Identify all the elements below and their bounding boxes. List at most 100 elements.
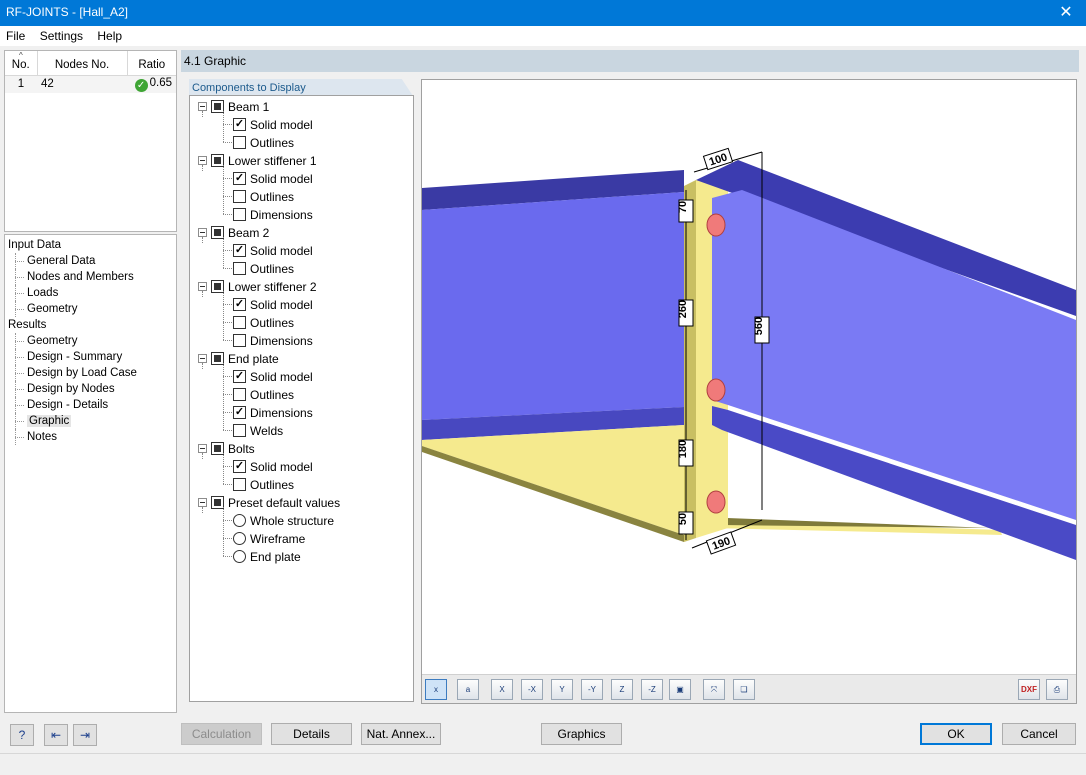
cancel-button[interactable]: Cancel [1002, 723, 1076, 745]
component-option-solid-model[interactable]: ✓ Solid model [233, 295, 313, 313]
radio-button[interactable] [233, 532, 246, 546]
component-option-whole-structure[interactable]: Whole structure [233, 511, 334, 529]
checkbox[interactable] [233, 424, 246, 438]
nav-item-design-details[interactable]: Design - Details [5, 397, 176, 413]
nav-item-loads[interactable]: Loads [5, 285, 176, 301]
previous-icon[interactable]: ⇤ [44, 724, 68, 746]
nav-item-design-summary[interactable]: Design - Summary [5, 349, 176, 365]
checkbox[interactable] [233, 334, 246, 348]
collapse-icon[interactable] [198, 156, 207, 166]
table-row[interactable]: 1 42 ✓ 0.65 [5, 75, 176, 93]
dxf-export-icon[interactable]: DXF [1018, 679, 1040, 700]
dimension-label: 50 [677, 511, 694, 535]
component-option-wireframe[interactable]: Wireframe [233, 529, 305, 547]
collapse-icon[interactable] [198, 228, 207, 238]
graphic-viewport[interactable]: 100 70 260 180 50 560 190 x a X -X Y -Y Z -Z ▣ ⤧ ❏… [421, 79, 1077, 704]
component-group-lower-stiffener-1[interactable]: Lower stiffener 1 [198, 151, 317, 169]
view-minus-x-icon[interactable]: -X [521, 679, 543, 700]
checkbox[interactable] [233, 136, 246, 150]
component-option-welds[interactable]: Welds [233, 421, 283, 439]
radio-button[interactable] [233, 550, 246, 564]
component-option-dimensions[interactable]: Dimensions [233, 331, 313, 349]
collapse-icon[interactable] [198, 282, 207, 292]
ok-button[interactable]: OK [920, 723, 992, 745]
render-options-icon[interactable]: ❏ [733, 679, 755, 700]
component-group-beam-2[interactable]: Beam 2 [198, 223, 269, 241]
view-y-icon[interactable]: Y [551, 679, 573, 700]
view-minus-y-icon[interactable]: -Y [581, 679, 603, 700]
graphics-button[interactable]: Graphics [541, 723, 622, 745]
checkbox-checked[interactable]: ✓ [233, 118, 246, 132]
component-option-outlines[interactable]: Outlines [233, 385, 294, 403]
component-option-solid-model[interactable]: ✓ Solid model [233, 367, 313, 385]
checkbox-checked[interactable]: ✓ [233, 370, 246, 384]
nav-item-geometry[interactable]: Geometry [5, 301, 176, 317]
component-option-end-plate[interactable]: End plate [233, 547, 301, 565]
checkbox[interactable] [233, 478, 246, 492]
column-header-nodes[interactable]: Nodes No. [37, 51, 128, 76]
close-icon[interactable]: ✕ [1046, 0, 1086, 26]
nav-item-design-by-nodes[interactable]: Design by Nodes [5, 381, 176, 397]
checkbox[interactable] [233, 190, 246, 204]
checkbox-checked[interactable]: ✓ [233, 244, 246, 258]
checkbox[interactable] [233, 388, 246, 402]
next-icon[interactable]: ⇥ [73, 724, 97, 746]
isometric-view-icon[interactable]: ▣ [669, 679, 691, 700]
component-group-bolts[interactable]: Bolts [198, 439, 255, 457]
collapse-icon[interactable] [198, 498, 207, 508]
component-option-outlines[interactable]: Outlines [233, 187, 294, 205]
zoom-reset-icon[interactable]: ⤧ [703, 679, 725, 700]
column-header-ratio[interactable]: Ratio [127, 51, 176, 76]
collapse-icon[interactable] [198, 444, 207, 454]
menu-help[interactable]: Help [91, 26, 127, 43]
a-view-icon[interactable]: a [457, 679, 479, 700]
component-option-outlines[interactable]: Outlines [233, 133, 294, 151]
x-view-icon[interactable]: x [425, 679, 447, 700]
nav-item-notes[interactable]: Notes [5, 429, 176, 445]
checkbox[interactable] [233, 208, 246, 222]
component-option-solid-model[interactable]: ✓ Solid model [233, 115, 313, 133]
component-group-end-plate[interactable]: End plate [198, 349, 279, 367]
view-x-icon[interactable]: X [491, 679, 513, 700]
collapse-icon[interactable] [198, 354, 207, 364]
menu-file[interactable]: File [0, 26, 30, 43]
details-button[interactable]: Details [271, 723, 352, 745]
help-icon[interactable]: ? [10, 724, 34, 746]
checkbox-checked[interactable]: ✓ [233, 460, 246, 474]
nav-item-input-data[interactable]: Input Data [5, 237, 176, 253]
svg-text:70: 70 [677, 201, 689, 213]
column-header-no[interactable]: ^ No. [5, 51, 38, 76]
nav-item-results[interactable]: Results [5, 317, 176, 333]
nav-item-design-by-load-case[interactable]: Design by Load Case [5, 365, 176, 381]
component-option-solid-model[interactable]: ✓ Solid model [233, 241, 313, 259]
component-option-dimensions[interactable]: Dimensions [233, 205, 313, 223]
view-minus-z-icon[interactable]: -Z [641, 679, 663, 700]
view-z-icon[interactable]: Z [611, 679, 633, 700]
component-option-dimensions[interactable]: ✓ Dimensions [233, 403, 313, 421]
component-option-solid-model[interactable]: ✓ Solid model [233, 169, 313, 187]
checkbox-checked[interactable]: ✓ [233, 406, 246, 420]
nav-item-nodes-and-members[interactable]: Nodes and Members [5, 269, 176, 285]
components-tab[interactable]: Components to Display [189, 79, 413, 96]
component-group-lower-stiffener-2[interactable]: Lower stiffener 2 [198, 277, 317, 295]
nat-annex-button[interactable]: Nat. Annex... [361, 723, 441, 745]
calculation-button[interactable]: Calculation [181, 723, 262, 745]
component-option-outlines[interactable]: Outlines [233, 259, 294, 277]
component-option-solid-model[interactable]: ✓ Solid model [233, 457, 313, 475]
nav-item-general-data[interactable]: General Data [5, 253, 176, 269]
print-icon[interactable]: ⎙ [1046, 679, 1068, 700]
checkbox[interactable] [233, 316, 246, 330]
checkbox-checked[interactable]: ✓ [233, 298, 246, 312]
checkbox[interactable] [233, 262, 246, 276]
collapse-icon[interactable] [198, 102, 207, 112]
joint-3d-model[interactable]: 100 70 260 180 50 560 190 [422, 80, 1076, 674]
component-group-beam-1[interactable]: Beam 1 [198, 97, 269, 115]
component-group-preset-default-values[interactable]: Preset default values [198, 493, 340, 511]
menu-settings[interactable]: Settings [34, 26, 88, 43]
component-option-outlines[interactable]: Outlines [233, 475, 294, 493]
radio-button[interactable] [233, 514, 246, 528]
nav-item-geometry[interactable]: Geometry [5, 333, 176, 349]
nav-item-graphic[interactable]: Graphic [5, 413, 176, 429]
component-option-outlines[interactable]: Outlines [233, 313, 294, 331]
checkbox-checked[interactable]: ✓ [233, 172, 246, 186]
